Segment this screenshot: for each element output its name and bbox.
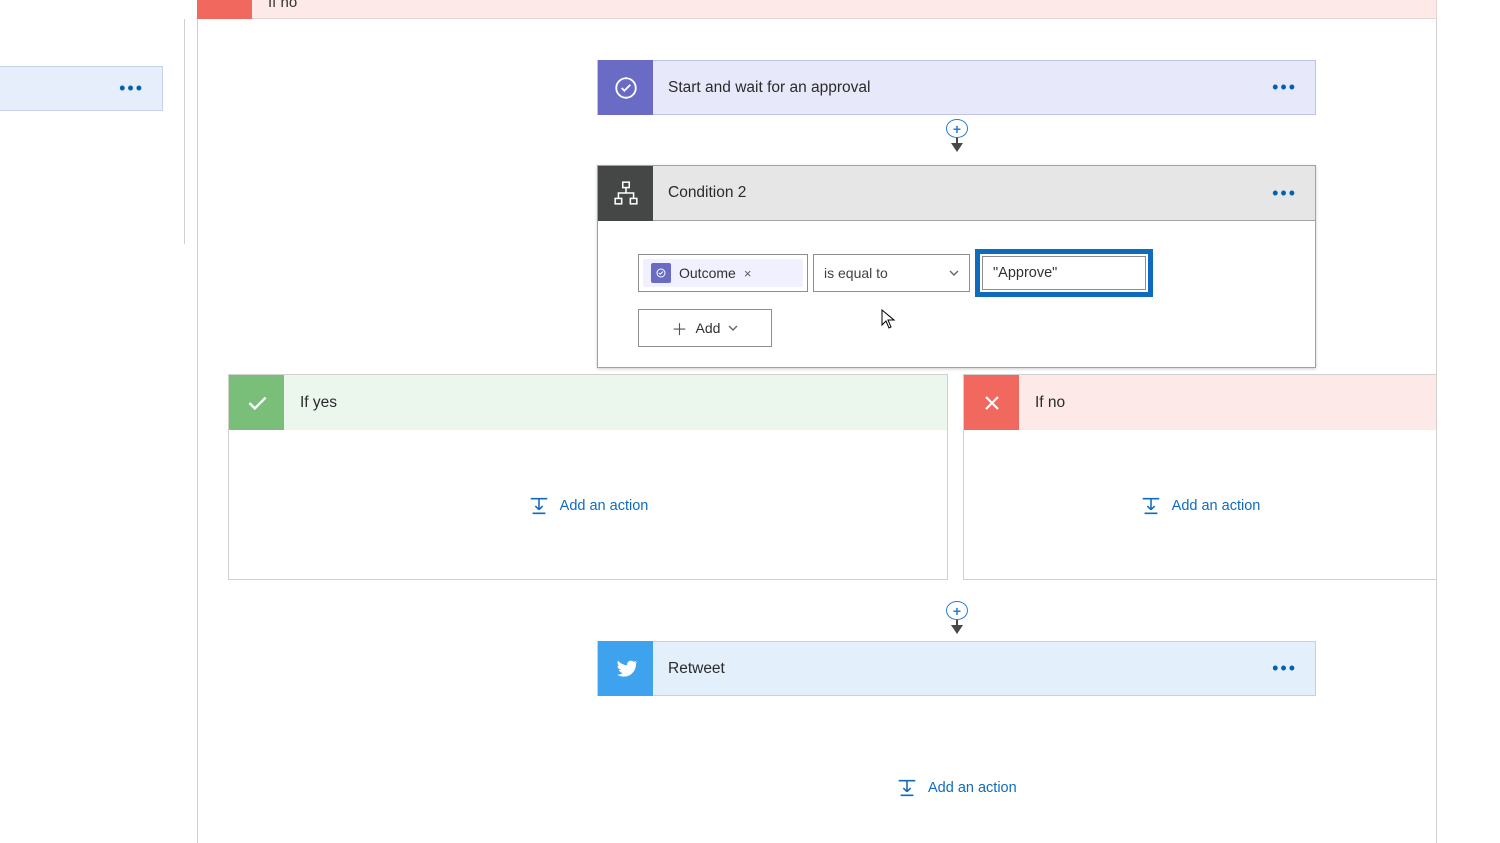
condition-header[interactable]: Condition 2 ••• (598, 166, 1315, 221)
condition-value-input[interactable]: "Approve" (982, 256, 1146, 290)
previous-branch-no-label: If no (268, 0, 297, 11)
bottom-add-action[interactable]: Add an action (896, 777, 1017, 799)
approval-title: Start and wait for an approval (653, 79, 1272, 97)
approval-action-card[interactable]: Start and wait for an approval ••• (597, 60, 1316, 115)
token-remove-button[interactable]: × (744, 266, 752, 281)
close-icon (964, 375, 1019, 430)
retweet-more-button[interactable]: ••• (1272, 658, 1315, 679)
left-panel (0, 19, 185, 244)
previous-branch-no-header: If no (197, 0, 1437, 19)
condition-add-button[interactable]: ＋ Add (638, 309, 772, 347)
arrow-down-icon (951, 625, 963, 634)
operator-label: is equal to (824, 265, 888, 281)
token-label: Outcome (679, 265, 736, 281)
close-icon (197, 0, 252, 19)
ellipsis-icon[interactable]: ••• (119, 78, 144, 99)
branch-yes-header[interactable]: If yes (229, 375, 947, 430)
plus-icon: + (946, 119, 968, 138)
branch-yes-label: If yes (284, 394, 337, 412)
retweet-action-card[interactable]: Retweet ••• (597, 641, 1316, 696)
condition-more-button[interactable]: ••• (1272, 183, 1315, 204)
branch-no-add-action[interactable]: Add an action (1140, 495, 1261, 517)
side-action-card[interactable]: ••• (0, 66, 163, 111)
condition-operator-select[interactable]: is equal to (813, 254, 970, 292)
branch-no-header[interactable]: If no (964, 375, 1436, 430)
add-action-icon (528, 495, 550, 517)
branch-no: If no Add an action (963, 374, 1437, 580)
condition-card: Condition 2 ••• Outcome × is equal to (597, 165, 1316, 368)
plus-icon: ＋ (672, 316, 688, 340)
approval-icon (598, 60, 653, 115)
arrow-down-icon (951, 143, 963, 152)
dynamic-token-outcome[interactable]: Outcome × (643, 259, 803, 287)
cursor-icon (881, 309, 897, 329)
approval-more-button[interactable]: ••• (1272, 77, 1315, 98)
condition-title: Condition 2 (653, 184, 1272, 202)
insert-step-button[interactable]: + (942, 119, 972, 152)
approval-token-icon (651, 263, 671, 283)
flow-canvas: Start and wait for an approval ••• + Con… (197, 19, 1437, 843)
check-icon (229, 375, 284, 430)
twitter-icon (598, 641, 653, 696)
add-label: Add (696, 320, 721, 336)
add-action-icon (1140, 495, 1162, 517)
condition-left-operand[interactable]: Outcome × (638, 254, 808, 292)
chevron-down-icon (728, 323, 738, 333)
chevron-down-icon (949, 268, 959, 278)
retweet-title: Retweet (653, 660, 1272, 678)
condition-icon (598, 166, 653, 221)
condition-value-highlight: "Approve" (975, 249, 1153, 297)
insert-step-button[interactable]: + (942, 601, 972, 634)
branch-no-label: If no (1019, 394, 1065, 412)
add-action-icon (896, 777, 918, 799)
branch-yes: If yes Add an action (228, 374, 948, 580)
branch-yes-add-action[interactable]: Add an action (528, 495, 649, 517)
plus-icon: + (946, 601, 968, 620)
